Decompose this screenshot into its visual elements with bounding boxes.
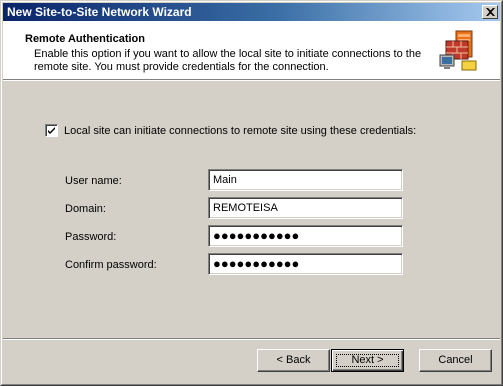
- wizard-window: New Site-to-Site Network Wizard Remote A…: [0, 0, 503, 386]
- footer-separator-highlight: [3, 339, 500, 340]
- cancel-button[interactable]: Cancel: [419, 349, 492, 372]
- back-button[interactable]: < Back: [257, 349, 330, 372]
- username-label: User name:: [65, 175, 122, 187]
- header-separator-highlight: [3, 80, 500, 81]
- back-button-label: < Back: [276, 354, 311, 366]
- password-input[interactable]: ●●●●●●●●●●●: [208, 225, 403, 247]
- wizard-header: Remote Authentication Enable this option…: [3, 21, 500, 79]
- next-button-label: Next >: [351, 354, 384, 366]
- page-description: Enable this option if you want to allow …: [34, 48, 422, 73]
- confirm-password-input[interactable]: ●●●●●●●●●●●: [208, 253, 403, 275]
- initiate-connections-label[interactable]: Local site can initiate connections to r…: [64, 124, 416, 138]
- page-title: Remote Authentication: [25, 33, 145, 45]
- domain-input[interactable]: REMOTEISA: [208, 197, 403, 219]
- close-icon: [486, 8, 495, 16]
- close-button[interactable]: [482, 5, 498, 19]
- username-input[interactable]: Main: [208, 169, 403, 191]
- domain-label: Domain:: [65, 203, 106, 215]
- cancel-button-label: Cancel: [438, 354, 473, 366]
- password-label: Password:: [65, 231, 117, 243]
- confirm-password-label: Confirm password:: [65, 259, 157, 271]
- checkmark-icon: [48, 127, 55, 134]
- next-button[interactable]: Next >: [331, 349, 404, 372]
- initiate-connections-checkbox[interactable]: [45, 124, 58, 137]
- window-title: New Site-to-Site Network Wizard: [7, 5, 192, 19]
- network-wizard-icon: [439, 30, 477, 71]
- title-bar[interactable]: New Site-to-Site Network Wizard: [3, 3, 500, 21]
